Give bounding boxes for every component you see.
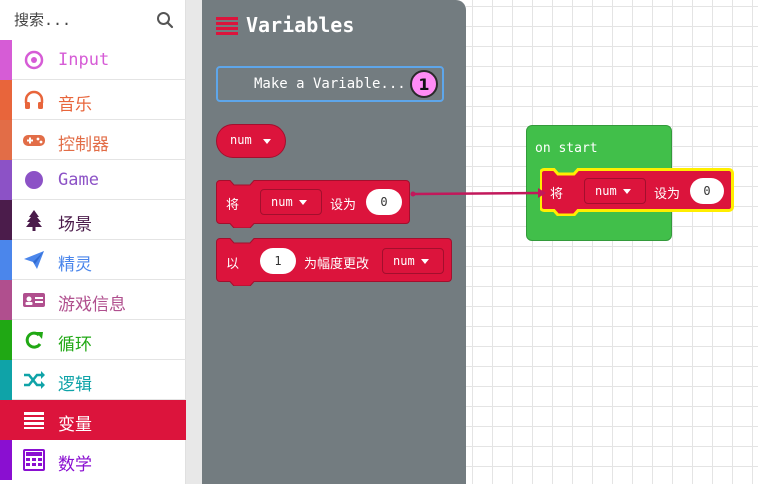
headphones-icon [24,90,44,109]
category-music[interactable]: 音乐 [0,80,186,120]
search-icon[interactable] [156,11,174,29]
variable-reporter-block[interactable]: num [216,124,286,158]
step-badge: 1 [410,70,438,98]
tree-icon [26,210,42,231]
category-color-bar [0,200,12,240]
set-block-middle: 设为 [330,198,357,213]
variable-dropdown[interactable]: num [260,189,322,215]
calculator-icon [23,449,45,471]
category-label: Game [58,170,99,190]
category-loops[interactable]: 循环 [0,320,186,360]
category-color-bar [0,120,12,160]
category-label: 游戏信息 [58,295,126,315]
sidebar-divider[interactable] [186,0,202,484]
on-start-label: on start [535,141,598,156]
reporter-label: num [230,133,252,147]
category-color-bar [0,440,12,480]
target-circle-icon [24,50,44,70]
category-label: 变量 [58,415,92,435]
category-color-bar [0,280,12,320]
category-math[interactable]: 数学 [0,440,186,480]
category-logic[interactable]: 逻辑 [0,360,186,400]
category-label: 音乐 [58,95,92,115]
category-input[interactable]: Input [0,40,186,80]
change-variable-block[interactable]: 以 1 为幅度更改 num [216,238,452,286]
category-label: 循环 [58,335,92,355]
workspace-set-variable-block[interactable]: 将 num 设为 0 [540,168,734,216]
set-block-prefix: 将 [226,198,240,213]
code-workspace[interactable] [466,0,758,484]
list-lines-icon [216,17,238,35]
category-label: Input [58,50,110,70]
change-block-middle: 为幅度更改 [304,257,370,272]
dropdown-value: num [595,184,617,198]
dropdown-arrow-icon [622,188,631,194]
category-sidebar: Input 音乐 控制器 Game 场景 精灵 游戏信息 [0,0,186,484]
category-color-bar [0,320,12,360]
set-block-middle: 设为 [654,187,681,202]
category-label: 场景 [58,215,92,235]
category-label: 数学 [58,455,92,475]
category-variables[interactable]: 变量 [0,400,186,440]
category-game[interactable]: Game [0,160,186,200]
category-scene[interactable]: 场景 [0,200,186,240]
value-input[interactable]: 0 [690,178,724,204]
set-variable-block[interactable]: 将 num 设为 0 [216,180,410,228]
category-color-bar [0,240,12,280]
set-block-prefix: 将 [550,187,564,202]
search-input[interactable] [14,8,144,32]
list-lines-icon [24,412,44,429]
filled-circle-icon [25,171,43,189]
category-game-info[interactable]: 游戏信息 [0,280,186,320]
variable-dropdown[interactable]: num [382,248,444,274]
value-input[interactable]: 0 [366,189,402,215]
paper-plane-icon [24,251,44,269]
dropdown-value: num [393,254,415,268]
search-box [0,0,186,40]
category-controller[interactable]: 控制器 [0,120,186,160]
dropdown-value: num [271,195,293,209]
category-color-bar [0,80,12,120]
category-label: 控制器 [58,135,109,155]
category-label: 逻辑 [58,375,92,395]
id-card-icon [23,293,45,307]
flyout-title: Variables [246,13,355,37]
dropdown-arrow-icon [263,139,271,144]
gamepad-icon [23,135,45,146]
value-input[interactable]: 1 [260,248,296,274]
shuffle-icon [24,371,45,389]
refresh-icon [25,331,43,349]
category-color-bar [0,40,12,80]
dropdown-arrow-icon [420,258,429,264]
category-color-bar [0,360,12,400]
variable-dropdown[interactable]: num [584,178,646,204]
dropdown-arrow-icon [298,199,307,205]
change-block-prefix: 以 [226,257,240,272]
category-label: 精灵 [58,255,92,275]
category-color-bar [0,160,12,200]
category-sprites[interactable]: 精灵 [0,240,186,280]
